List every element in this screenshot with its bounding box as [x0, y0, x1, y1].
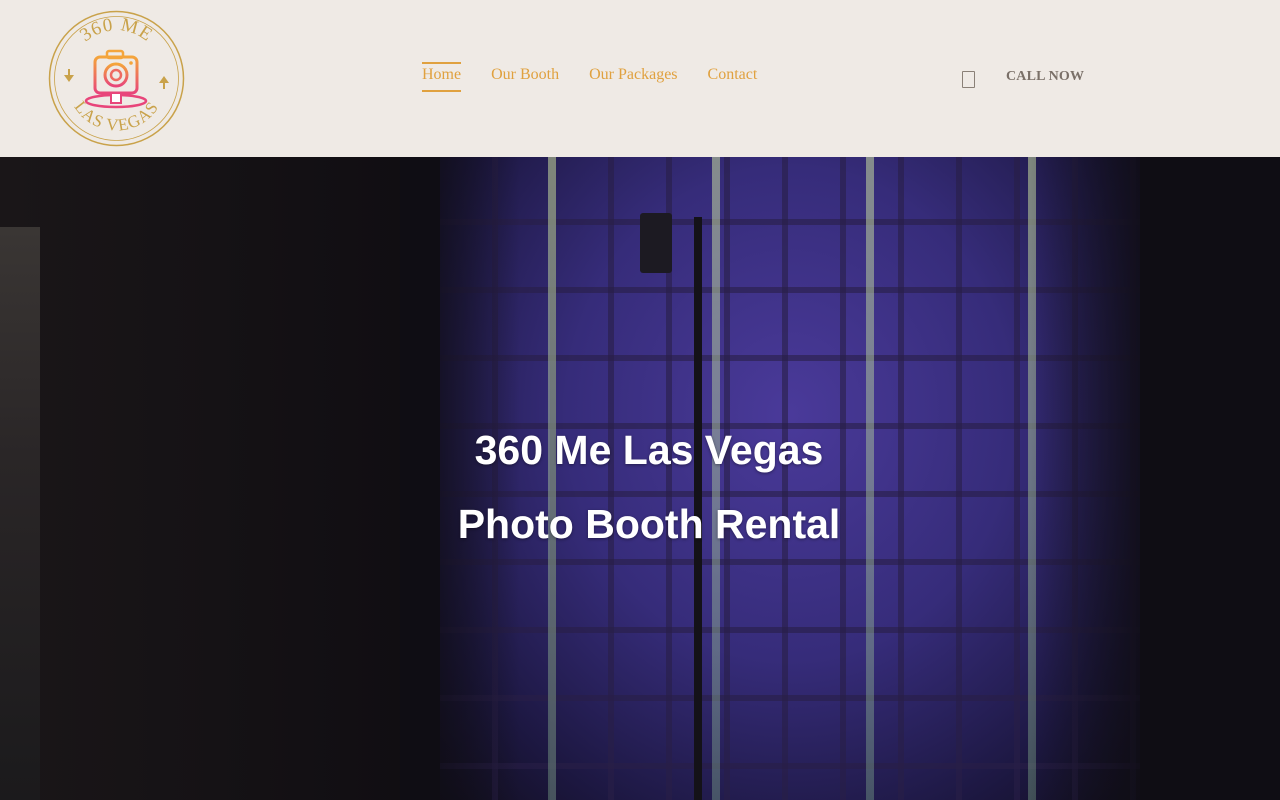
site-header: 360 ME LAS VEGAS Home Our Booth Our Pack…: [0, 0, 1280, 157]
nav-contact[interactable]: Contact: [708, 62, 758, 92]
hero-light-bar: [712, 157, 720, 800]
site-logo[interactable]: 360 ME LAS VEGAS: [47, 9, 186, 148]
hero-section: 360 Me Las Vegas Photo Booth Rental: [0, 157, 1280, 800]
nav-our-booth[interactable]: Our Booth: [491, 62, 559, 92]
nav-home[interactable]: Home: [422, 62, 462, 92]
call-now-button[interactable]: CALL NOW: [1006, 69, 1084, 85]
hero-light-bar: [548, 157, 556, 800]
hero-title-line2: Photo Booth Rental: [457, 501, 841, 547]
phone-icon[interactable]: [962, 71, 975, 88]
hero-light-bar: [866, 157, 874, 800]
nav-our-packages[interactable]: Our Packages: [589, 62, 677, 92]
booth-camera-head: [640, 213, 672, 273]
logo-top-text: 360 ME: [76, 14, 156, 46]
hero-fade-right: [1030, 157, 1280, 800]
hero-title-line1: 360 Me Las Vegas: [474, 427, 824, 473]
hero-fade-left: [400, 157, 520, 800]
main-nav: Home Our Booth Our Packages Contact: [422, 62, 757, 92]
hero-background-left: [0, 157, 430, 800]
svg-text:360 ME: 360 ME: [76, 14, 157, 46]
logo-emblem: 360 ME LAS VEGAS: [48, 10, 185, 147]
